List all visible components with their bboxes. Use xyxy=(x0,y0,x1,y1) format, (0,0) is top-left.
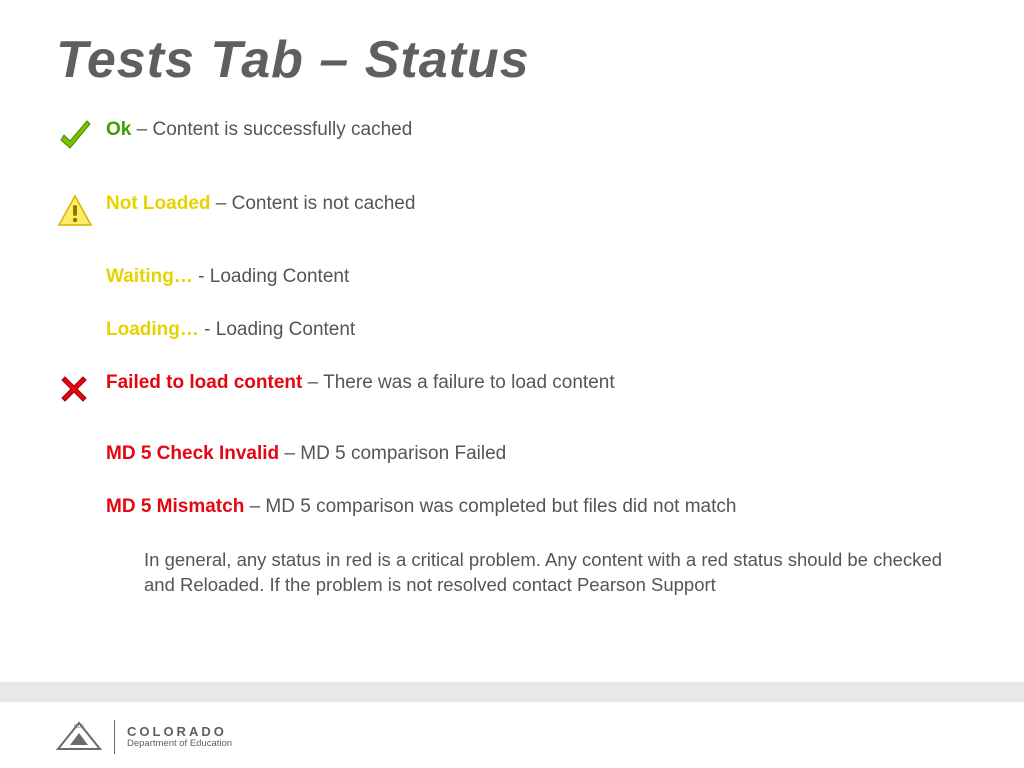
status-list: Ok – Content is successfully cached Not … xyxy=(56,118,984,598)
status-desc: – MD 5 comparison was completed but file… xyxy=(244,496,736,517)
status-label: Loading… xyxy=(106,319,204,340)
status-label: MD 5 Check Invalid xyxy=(106,443,279,464)
svg-text:CDE: CDE xyxy=(74,724,85,730)
status-row: Ok – Content is successfully cached xyxy=(56,118,984,164)
status-row: MD 5 Mismatch – MD 5 comparison was comp… xyxy=(56,495,984,520)
status-label: Not Loaded xyxy=(106,193,211,214)
bottom-band xyxy=(0,682,1024,702)
warning-icon xyxy=(56,192,94,230)
status-desc: - Loading Content xyxy=(198,266,349,287)
status-label: Failed to load content xyxy=(106,372,302,393)
cde-logo-icon: CDE xyxy=(56,719,102,755)
status-desc: – Content is successfully cached xyxy=(131,119,412,140)
status-row: Waiting… - Loading Content xyxy=(56,265,984,290)
status-label: MD 5 Mismatch xyxy=(106,496,244,517)
status-label: Waiting… xyxy=(106,266,198,287)
status-desc: – There was a failure to load content xyxy=(302,372,614,393)
status-row: Not Loaded – Content is not cached xyxy=(56,192,984,238)
footnote-text: In general, any status in red is a criti… xyxy=(144,548,964,598)
status-desc: - Loading Content xyxy=(204,319,355,340)
error-x-icon xyxy=(56,371,92,407)
footer-line2: Department of Education xyxy=(127,739,232,749)
status-desc: – Content is not cached xyxy=(211,193,416,214)
status-desc: – MD 5 comparison Failed xyxy=(279,443,506,464)
logo-divider xyxy=(114,720,115,754)
status-row: Loading… - Loading Content xyxy=(56,318,984,343)
footer-line1: COLORADO xyxy=(127,725,232,739)
status-row: Failed to load content – There was a fai… xyxy=(56,371,984,415)
status-row: MD 5 Check Invalid – MD 5 comparison Fai… xyxy=(56,442,984,467)
footer-logo: CDE COLORADO Department of Education xyxy=(56,719,232,755)
status-label: Ok xyxy=(106,119,131,140)
checkmark-icon xyxy=(56,118,94,156)
slide-title: Tests Tab – Status xyxy=(56,30,530,90)
